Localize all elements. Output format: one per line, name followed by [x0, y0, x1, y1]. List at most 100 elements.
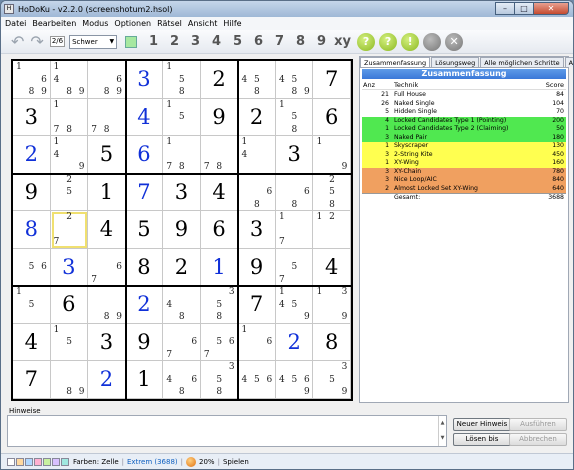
sudoku-cell[interactable]: 5 — [88, 136, 126, 174]
color-swatch[interactable] — [16, 458, 24, 466]
table-row[interactable]: 4 Locked Candidates Type 1 (Pointing) 200 — [362, 116, 566, 125]
sudoku-cell[interactable]: 25 — [50, 173, 89, 212]
sudoku-cell[interactable]: 1 — [200, 248, 239, 287]
sudoku-cell[interactable]: 1689 — [13, 61, 51, 99]
hint-vague-button[interactable]: ? — [357, 32, 376, 51]
sudoku-cell[interactable]: 17 — [275, 211, 314, 249]
sudoku-cell[interactable]: 9 — [200, 98, 239, 137]
table-row[interactable]: 21 Full House 84 — [362, 91, 566, 100]
sudoku-cell[interactable]: 359 — [313, 361, 351, 399]
sudoku-cell[interactable]: 6 — [313, 98, 351, 137]
sudoku-cell[interactable]: 56 7 — [200, 323, 239, 362]
sudoku-cell[interactable]: 35 8 — [200, 286, 239, 324]
sudoku-cell[interactable]: 19 — [313, 136, 351, 174]
table-row[interactable]: 5 Hidden Single 70 — [362, 108, 566, 117]
sudoku-cell[interactable]: 456 — [238, 361, 276, 399]
level-select[interactable]: Schwer ▼ — [69, 34, 118, 49]
sudoku-cell[interactable]: 2 — [238, 98, 276, 137]
sudoku-cell[interactable]: 45 89 — [275, 61, 314, 99]
filter-2-button[interactable]: 2 — [164, 34, 185, 49]
sudoku-cell[interactable]: 1 3 9 — [313, 286, 351, 324]
sudoku-cell[interactable]: 158 — [275, 98, 314, 137]
sudoku-cell[interactable]: 9 — [125, 323, 164, 362]
sudoku-cell[interactable]: 5 — [125, 211, 164, 249]
sudoku-cell[interactable]: 2 — [125, 286, 164, 324]
filter-7-button[interactable]: 7 — [269, 34, 290, 49]
abort-step-icon[interactable]: ✕ — [445, 32, 464, 51]
redo-icon[interactable]: ↷ — [30, 32, 43, 51]
sudoku-cell[interactable]: 4 68 — [163, 361, 201, 399]
sudoku-cell[interactable]: 1 — [125, 361, 164, 399]
sudoku-cell[interactable]: 1 — [88, 173, 126, 212]
sudoku-cell[interactable]: 456 9 — [275, 361, 314, 399]
sudoku-cell[interactable]: 7 — [313, 61, 351, 99]
sudoku-cell[interactable]: 2 — [88, 361, 126, 399]
sudoku-cell[interactable]: 68 — [238, 173, 276, 212]
menu-mode[interactable]: Modus — [82, 19, 108, 28]
sudoku-cell[interactable]: 15 — [163, 98, 201, 137]
sudoku-cell[interactable]: 15 — [13, 286, 51, 324]
sudoku-cell[interactable]: 2 — [13, 136, 51, 174]
sudoku-cell[interactable]: 35 8 — [200, 361, 239, 399]
sudoku-cell[interactable]: 8 — [13, 211, 51, 249]
sudoku-cell[interactable]: 7 — [238, 286, 276, 324]
sudoku-cell[interactable]: 67 — [88, 248, 126, 287]
sudoku-cell[interactable]: 67 — [163, 323, 201, 362]
sudoku-cell[interactable]: 7 — [125, 173, 164, 212]
sudoku-cell[interactable]: 68 — [275, 173, 314, 212]
sudoku-cell[interactable]: 3 — [13, 98, 51, 137]
table-row[interactable]: 1 Skyscraper 130 — [362, 142, 566, 151]
color-swatch[interactable] — [52, 458, 60, 466]
sudoku-cell[interactable]: 12 — [313, 211, 351, 249]
sudoku-cell[interactable]: 4 — [13, 323, 51, 362]
sudoku-cell[interactable]: 8 — [125, 248, 164, 287]
execute-button[interactable]: Ausführen — [509, 418, 567, 431]
filter-3-button[interactable]: 3 — [185, 34, 206, 49]
maximize-button[interactable]: □ — [514, 2, 534, 15]
sudoku-cell[interactable]: 4 — [200, 173, 239, 212]
tab-active-cell[interactable]: Aktive Zelle — [564, 57, 573, 67]
solve-until-button[interactable]: Lösen bis — [453, 433, 511, 446]
menu-file[interactable]: Datei — [5, 19, 26, 28]
sudoku-cell[interactable]: 3 — [238, 211, 276, 249]
sudoku-cell[interactable]: 89 — [88, 286, 126, 324]
sudoku-cell[interactable]: 15 — [50, 323, 89, 362]
color-swatch[interactable] — [61, 458, 69, 466]
table-row[interactable]: 3 Nice Loop/AIC 840 — [362, 176, 566, 185]
color-swatch[interactable] — [25, 458, 33, 466]
show-hint-button[interactable]: ! — [401, 32, 420, 51]
sudoku-cell[interactable]: 9 — [13, 173, 51, 212]
sudoku-cell[interactable]: 3 — [50, 248, 89, 287]
filter-8-button[interactable]: 8 — [290, 34, 311, 49]
color-swatch[interactable] — [7, 458, 15, 466]
sudoku-cell[interactable]: 689 — [88, 61, 126, 99]
sudoku-cell[interactable]: 89 — [50, 361, 89, 399]
sudoku-cell[interactable]: 27 — [50, 211, 89, 249]
sudoku-cell[interactable]: 14 — [238, 136, 276, 174]
sudoku-cell[interactable]: 8 — [313, 323, 351, 362]
sudoku-cell[interactable]: 2 — [275, 323, 314, 362]
sudoku-cell[interactable]: 1 78 — [50, 98, 89, 137]
table-row[interactable]: 3 Naked Pair 180 — [362, 133, 566, 142]
sudoku-cell[interactable]: 2 58 — [313, 173, 351, 212]
minimize-button[interactable]: – — [495, 2, 515, 15]
sudoku-cell[interactable]: 45 8 — [238, 61, 276, 99]
sudoku-cell[interactable]: 1459 — [275, 286, 314, 324]
sudoku-cell[interactable]: 6 — [200, 211, 239, 249]
sudoku-cell[interactable]: 2 — [163, 248, 201, 287]
filter-5-button[interactable]: 5 — [227, 34, 248, 49]
sudoku-cell[interactable]: 14 9 — [50, 136, 89, 174]
sudoku-cell[interactable]: 4 — [125, 98, 164, 137]
sudoku-cell[interactable]: 6 — [50, 286, 89, 324]
filter-1-button[interactable]: 1 — [143, 34, 164, 49]
sudoku-cell[interactable]: 3 — [125, 61, 164, 99]
sudoku-cell[interactable]: 158 — [163, 61, 201, 99]
sudoku-cell[interactable]: 56 — [13, 248, 51, 287]
hint-textarea[interactable]: ▲ ▼ — [7, 415, 447, 447]
table-row[interactable]: 2 Almost Locked Set XY-Wing 640 — [362, 184, 566, 193]
filter-9-button[interactable]: 9 — [311, 34, 332, 49]
hint-concrete-button[interactable]: ? — [379, 32, 398, 51]
sudoku-cell[interactable]: 3 — [163, 173, 201, 212]
table-row[interactable]: 1 Locked Candidates Type 2 (Claiming) 50 — [362, 125, 566, 134]
sudoku-cell[interactable]: 9 — [163, 211, 201, 249]
